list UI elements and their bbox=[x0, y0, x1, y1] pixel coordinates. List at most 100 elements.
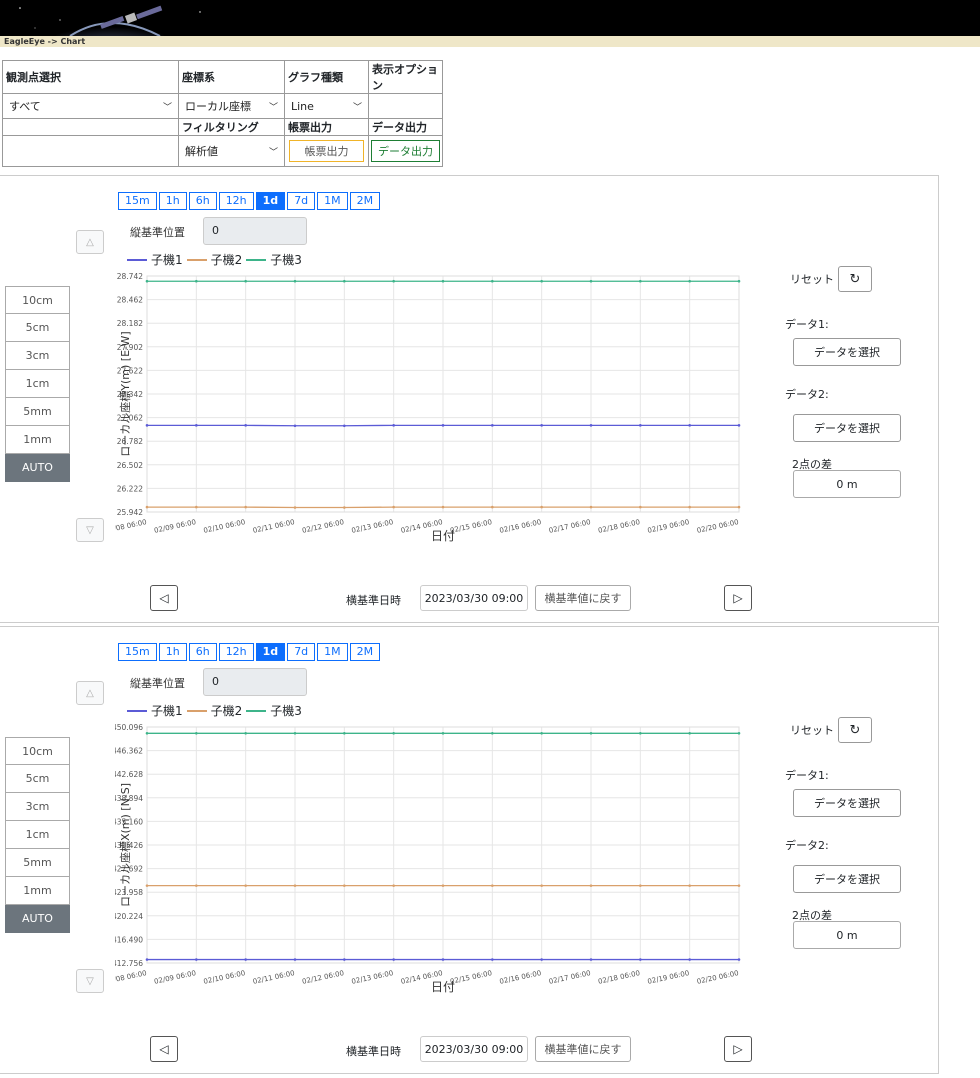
data-point[interactable] bbox=[737, 884, 741, 887]
data-point[interactable] bbox=[441, 279, 445, 283]
vref-input[interactable]: 0 bbox=[203, 668, 307, 696]
data-point[interactable] bbox=[392, 884, 395, 887]
tab-6h[interactable]: 6h bbox=[188, 192, 217, 210]
data-point[interactable] bbox=[145, 958, 149, 961]
data-point[interactable] bbox=[737, 958, 741, 961]
scale-button-5mm[interactable]: 5mm bbox=[5, 398, 70, 426]
scale-button-5mm[interactable]: 5mm bbox=[5, 849, 70, 877]
tab-7d[interactable]: 7d bbox=[287, 192, 316, 210]
href-datetime-input[interactable]: 2023/03/30 09:00 bbox=[420, 1036, 528, 1062]
reset-button[interactable]: ↻ bbox=[838, 266, 872, 292]
data-point[interactable] bbox=[639, 424, 642, 427]
data-point[interactable] bbox=[589, 884, 593, 887]
data-point[interactable] bbox=[737, 424, 741, 427]
data-point[interactable] bbox=[589, 731, 593, 735]
scale-button-auto[interactable]: AUTO bbox=[5, 905, 70, 933]
select-data2-button[interactable]: データを選択 bbox=[793, 414, 901, 442]
data-point[interactable] bbox=[293, 424, 297, 428]
data-point[interactable] bbox=[688, 279, 691, 283]
tab-1h[interactable]: 1h bbox=[158, 643, 187, 661]
data-point[interactable] bbox=[145, 884, 149, 887]
data-point[interactable] bbox=[293, 958, 297, 961]
data-point[interactable] bbox=[392, 731, 395, 735]
tab-2M[interactable]: 2M bbox=[349, 192, 381, 210]
coord-select[interactable]: ローカル座標 ﹀ bbox=[179, 94, 284, 118]
legend-item[interactable]: 子機3 bbox=[246, 251, 302, 268]
data-point[interactable] bbox=[589, 958, 593, 961]
data-point[interactable] bbox=[392, 505, 395, 509]
tab-1M[interactable]: 1M bbox=[317, 643, 348, 661]
data-point[interactable] bbox=[343, 424, 346, 428]
data-point[interactable] bbox=[688, 424, 691, 427]
report-output-button[interactable]: 帳票出力 bbox=[289, 140, 364, 162]
scale-button-10cm[interactable]: 10cm bbox=[5, 286, 70, 314]
data-point[interactable] bbox=[145, 505, 149, 509]
data-point[interactable] bbox=[639, 731, 642, 735]
data-point[interactable] bbox=[639, 279, 642, 283]
data-point[interactable] bbox=[293, 884, 297, 887]
data-output-button[interactable]: データ出力 bbox=[371, 140, 440, 162]
data-point[interactable] bbox=[392, 279, 395, 283]
data-point[interactable] bbox=[343, 884, 346, 887]
graph-type-select[interactable]: Line ﹀ bbox=[285, 94, 368, 118]
data-point[interactable] bbox=[244, 731, 247, 735]
data-point[interactable] bbox=[244, 884, 247, 887]
scroll-up-button[interactable]: △ bbox=[76, 230, 104, 254]
tab-12h[interactable]: 12h bbox=[218, 192, 254, 210]
data-point[interactable] bbox=[491, 505, 494, 509]
tab-7d[interactable]: 7d bbox=[287, 643, 316, 661]
legend-item[interactable]: 子機2 bbox=[186, 251, 242, 268]
scale-button-3cm[interactable]: 3cm bbox=[5, 793, 70, 821]
data-point[interactable] bbox=[491, 424, 494, 427]
filter-select[interactable]: 解析値 ﹀ bbox=[179, 139, 284, 163]
data-point[interactable] bbox=[737, 505, 741, 509]
data-point[interactable] bbox=[441, 884, 445, 887]
scale-button-1cm[interactable]: 1cm bbox=[5, 370, 70, 398]
data-point[interactable] bbox=[293, 731, 297, 735]
data-point[interactable] bbox=[639, 505, 642, 509]
data-point[interactable] bbox=[145, 279, 149, 283]
tab-15m[interactable]: 15m bbox=[118, 643, 157, 661]
data-point[interactable] bbox=[145, 731, 149, 735]
scale-button-auto[interactable]: AUTO bbox=[5, 454, 70, 482]
data-point[interactable] bbox=[540, 731, 543, 735]
data-point[interactable] bbox=[195, 424, 198, 427]
data-point[interactable] bbox=[195, 279, 198, 283]
data-point[interactable] bbox=[441, 505, 445, 509]
data-point[interactable] bbox=[244, 424, 247, 427]
data-point[interactable] bbox=[688, 884, 691, 887]
data-point[interactable] bbox=[540, 424, 543, 427]
legend-item[interactable]: 子機1 bbox=[127, 702, 183, 719]
legend-item[interactable]: 子機2 bbox=[186, 702, 242, 719]
legend-item[interactable]: 子機3 bbox=[246, 702, 302, 719]
tab-1h[interactable]: 1h bbox=[158, 192, 187, 210]
data-point[interactable] bbox=[441, 731, 445, 735]
prev-button[interactable]: ◁ bbox=[150, 1036, 178, 1062]
station-select[interactable]: すべて ﹀ bbox=[3, 94, 178, 118]
data-point[interactable] bbox=[343, 279, 346, 283]
data-point[interactable] bbox=[688, 958, 691, 961]
data-point[interactable] bbox=[540, 279, 543, 283]
scale-button-1mm[interactable]: 1mm bbox=[5, 877, 70, 905]
data-point[interactable] bbox=[491, 279, 494, 283]
data-point[interactable] bbox=[195, 958, 198, 961]
tab-1d[interactable]: 1d bbox=[255, 643, 286, 661]
href-datetime-input[interactable]: 2023/03/30 09:00 bbox=[420, 585, 528, 611]
data-point[interactable] bbox=[392, 424, 395, 427]
data-point[interactable] bbox=[343, 506, 346, 509]
data-point[interactable] bbox=[491, 884, 494, 887]
tab-6h[interactable]: 6h bbox=[188, 643, 217, 661]
tab-2M[interactable]: 2M bbox=[349, 643, 381, 661]
data-point[interactable] bbox=[540, 884, 543, 887]
data-point[interactable] bbox=[244, 958, 247, 961]
href-reset-button[interactable]: 横基準値に戻す bbox=[535, 1036, 631, 1062]
select-data1-button[interactable]: データを選択 bbox=[793, 789, 901, 817]
data-point[interactable] bbox=[441, 958, 445, 961]
select-data2-button[interactable]: データを選択 bbox=[793, 865, 901, 893]
tab-1M[interactable]: 1M bbox=[317, 192, 348, 210]
data-point[interactable] bbox=[688, 731, 691, 735]
reset-button[interactable]: ↻ bbox=[838, 717, 872, 743]
scale-button-1cm[interactable]: 1cm bbox=[5, 821, 70, 849]
data-point[interactable] bbox=[392, 958, 395, 961]
scale-button-5cm[interactable]: 5cm bbox=[5, 765, 70, 793]
